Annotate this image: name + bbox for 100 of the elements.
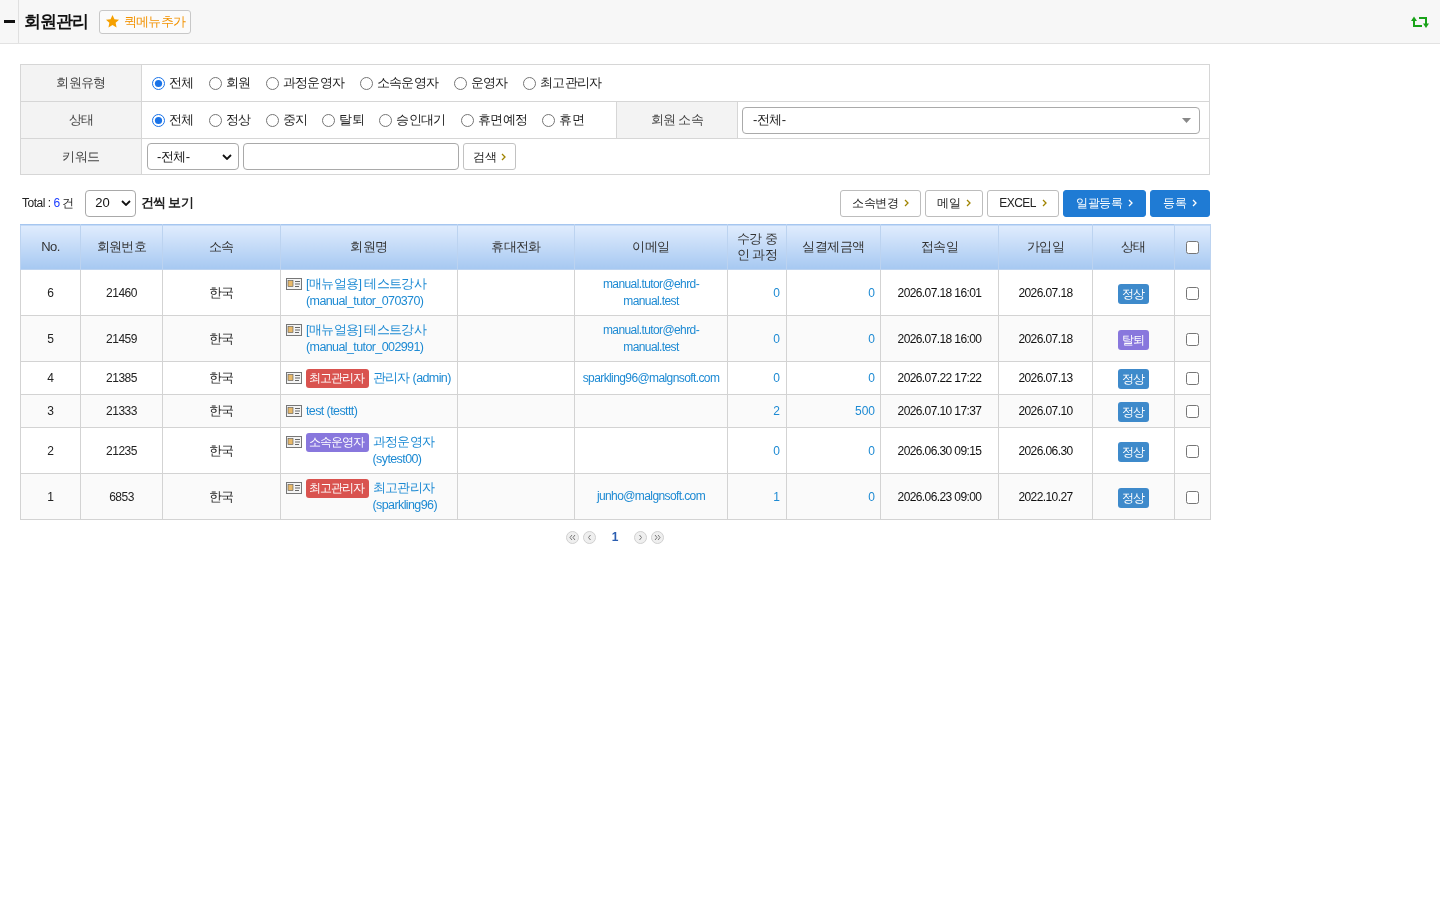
table-cell: 한국 bbox=[162, 315, 281, 362]
table-cell: 한국 bbox=[162, 361, 281, 395]
checkbox[interactable] bbox=[1186, 241, 1199, 255]
column-header: 휴대전화 bbox=[457, 224, 575, 270]
page-number[interactable]: 1 bbox=[611, 528, 619, 546]
table-cell: 한국 bbox=[162, 269, 281, 316]
radio-button[interactable] bbox=[322, 113, 336, 127]
last-page-icon[interactable] bbox=[651, 530, 665, 544]
status-badge: 탈퇴 bbox=[1118, 329, 1149, 350]
next-page-icon[interactable] bbox=[634, 530, 648, 544]
total-count: 6 bbox=[53, 195, 61, 212]
radio-button[interactable] bbox=[379, 113, 393, 127]
option-label[interactable]: 전체 bbox=[169, 110, 194, 130]
status-badge: 정상 bbox=[1118, 402, 1149, 422]
table-cell: 2026.07.22 17:22 bbox=[880, 361, 999, 395]
column-header: 실결제금액 bbox=[786, 224, 881, 270]
option-label[interactable]: 중지 bbox=[282, 110, 308, 130]
radio-button[interactable] bbox=[522, 76, 536, 90]
radio-button[interactable] bbox=[453, 76, 467, 90]
first-page-icon[interactable] bbox=[565, 530, 579, 544]
checkbox[interactable] bbox=[1186, 286, 1199, 300]
action-button[interactable]: 소속변경 bbox=[840, 189, 922, 217]
checkbox[interactable] bbox=[1186, 372, 1199, 386]
radio-button[interactable] bbox=[265, 113, 279, 127]
action-button[interactable]: 일괄등록 bbox=[1063, 189, 1146, 217]
minus-icon[interactable] bbox=[3, 20, 15, 23]
table-cell: 21460 bbox=[80, 269, 163, 316]
page-size-select[interactable]: 20 bbox=[85, 189, 137, 217]
option-label[interactable]: 전체 bbox=[169, 73, 194, 93]
repeat-icon[interactable] bbox=[1411, 14, 1430, 29]
radio-button[interactable] bbox=[152, 76, 165, 90]
option-label[interactable]: 정상 bbox=[225, 110, 251, 130]
chevron-right-icon bbox=[966, 199, 972, 207]
table-cell: 0 bbox=[786, 269, 881, 316]
previous-page-icon[interactable] bbox=[582, 530, 596, 544]
action-button[interactable]: EXCEL bbox=[987, 189, 1059, 217]
status-badge: 정상 bbox=[1118, 283, 1149, 304]
column-header: 회원번호 bbox=[80, 224, 163, 270]
chevron-down-icon bbox=[121, 200, 132, 206]
radio-button[interactable] bbox=[265, 76, 279, 90]
count-unit: 건 bbox=[62, 195, 75, 212]
filter-label: 회원유형 bbox=[20, 64, 142, 102]
search-button[interactable]: 검색 bbox=[463, 143, 516, 170]
status-badge: 정상 bbox=[1118, 441, 1149, 462]
id-card-icon bbox=[286, 482, 302, 494]
member-name-link[interactable]: 최고관리자 (sparkling96) bbox=[372, 479, 452, 514]
id-card-icon bbox=[286, 278, 302, 290]
keyword-input[interactable] bbox=[243, 143, 459, 170]
id-card-icon bbox=[286, 436, 302, 448]
chevron-right-icon bbox=[501, 152, 506, 161]
page-title: 회원관리 bbox=[24, 10, 88, 33]
column-header: 회원명 bbox=[280, 224, 458, 270]
keyword-field-select[interactable]: -전체- bbox=[147, 143, 239, 170]
checkbox[interactable] bbox=[1186, 332, 1199, 346]
radio-button[interactable] bbox=[460, 113, 474, 127]
role-badge: 최고관리자 bbox=[306, 479, 369, 498]
table-cell: 2026.07.18 bbox=[998, 269, 1093, 316]
chevron-right-icon bbox=[1128, 199, 1133, 207]
option-label[interactable]: 탈퇴 bbox=[339, 110, 365, 130]
table-cell: 2026.06.30 bbox=[998, 427, 1093, 474]
checkbox[interactable] bbox=[1186, 405, 1199, 419]
table-cell: 2026.06.23 09:00 bbox=[880, 473, 999, 520]
affiliation-select[interactable]: -전체- bbox=[742, 106, 1200, 134]
table-cell: 5 bbox=[20, 315, 81, 362]
checkbox[interactable] bbox=[1186, 444, 1199, 458]
checkbox[interactable] bbox=[1186, 490, 1199, 504]
status-badge: 정상 bbox=[1118, 369, 1149, 389]
chevron-down-icon bbox=[222, 153, 232, 160]
table-cell: 0 bbox=[727, 269, 787, 316]
table-cell: 0 bbox=[727, 361, 787, 395]
action-button[interactable]: 메일 bbox=[925, 189, 984, 217]
option-label[interactable]: 최고관리자 bbox=[539, 73, 602, 93]
member-name-link[interactable]: 과정운영자 (sytest00) bbox=[372, 433, 452, 468]
table-cell: 1 bbox=[20, 473, 81, 520]
id-card-icon bbox=[286, 324, 302, 336]
radio-button[interactable] bbox=[542, 113, 556, 127]
table-cell: 2026.07.18 16:00 bbox=[880, 315, 999, 362]
option-label[interactable]: 소속운영자 bbox=[376, 73, 439, 93]
radio-button[interactable] bbox=[208, 76, 222, 90]
radio-button[interactable] bbox=[152, 113, 165, 127]
table-cell: 0 bbox=[786, 315, 881, 362]
column-header: 가입일 bbox=[998, 224, 1093, 270]
option-label[interactable]: 회원 bbox=[225, 73, 251, 93]
table-cell: 21235 bbox=[80, 427, 163, 474]
option-label[interactable]: 휴면예정 bbox=[477, 110, 528, 130]
page-size-suffix: 건씩 보기 bbox=[141, 194, 193, 213]
table-cell: 0 bbox=[786, 427, 881, 474]
table-cell: 2 bbox=[727, 394, 787, 428]
radio-button[interactable] bbox=[359, 76, 373, 90]
table-cell: 4 bbox=[20, 361, 81, 395]
member-name-link[interactable]: 관리자 (admin) bbox=[372, 368, 452, 387]
option-label[interactable]: 과정운영자 bbox=[282, 73, 345, 93]
radio-button[interactable] bbox=[208, 113, 222, 127]
option-label[interactable]: 운영자 bbox=[470, 73, 508, 93]
action-button[interactable]: 등록 bbox=[1150, 189, 1210, 217]
option-label[interactable]: 휴면 bbox=[559, 110, 585, 130]
column-header: 수강 중인 과정 bbox=[727, 224, 787, 270]
option-label[interactable]: 승인대기 bbox=[396, 110, 446, 130]
table-cell: 2026.07.18 16:01 bbox=[880, 269, 999, 316]
table-cell: 0 bbox=[786, 361, 881, 395]
